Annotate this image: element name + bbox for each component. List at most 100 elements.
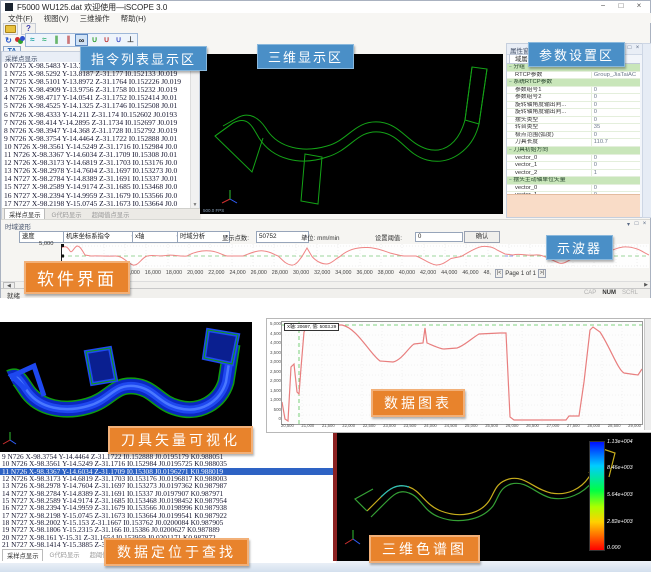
property-value[interactable]: Group_JiaTaiAC	[592, 72, 640, 79]
gcode-row[interactable]: 15 N727 X-98.2589 Y-14.9174 Z-31.1685 I0…	[2, 183, 191, 191]
gcode-row[interactable]: 7 N726 X-98.414 Y-14.2895 Z-31.1734 I0.1…	[2, 119, 191, 127]
refresh-icon[interactable]: ↻	[3, 35, 14, 45]
property-row[interactable]: vector_0 0	[507, 185, 640, 193]
table-row[interactable]: 15 N727 X-98.2589 Y-14.9174 Z-31.1685 I0…	[0, 497, 336, 504]
dock-menu-icon[interactable]: ▾	[625, 221, 632, 228]
table-row[interactable]: 17 N727 X-98.2198 Y-15.0745 Z-31.1673 I0…	[0, 512, 336, 519]
menu-item[interactable]: 三维操作	[80, 13, 110, 24]
menu-item[interactable]: 视图(V)	[44, 13, 69, 24]
gcode-row[interactable]: 3 N726 X-98.4909 Y-13.9756 Z-31.1758 I0.…	[2, 86, 191, 94]
menu-item[interactable]: 帮助(H)	[121, 13, 146, 24]
property-value[interactable]: 0	[592, 102, 640, 109]
property-value[interactable]	[585, 177, 640, 184]
gcode-row[interactable]: 16 N727 X-98.2394 Y-14.9959 Z-31.1679 I0…	[2, 192, 191, 200]
gcode-row[interactable]: 9 N726 X-98.3754 Y-14.4464 Z-31.1722 I0.…	[2, 135, 191, 143]
property-row[interactable]: 摆头类型 0	[507, 117, 640, 125]
threshold-input[interactable]: 0	[415, 232, 463, 242]
gcode-row[interactable]: 17 N727 X-98.2198 Y-15.0745 Z-31.1673 I0…	[2, 200, 191, 208]
vector-u-red-icon[interactable]: ∪	[101, 34, 112, 44]
property-row[interactable]: 参数组号2 0	[507, 94, 640, 102]
palette-icon[interactable]	[15, 36, 24, 44]
vector-u-green-icon[interactable]: ∪	[89, 34, 100, 44]
property-row[interactable]: 摆头主动轴单位矢量	[507, 177, 640, 185]
waveform-pager: |< Page 1 of 1 >|	[495, 269, 546, 278]
property-value[interactable]	[585, 79, 640, 86]
property-value[interactable]	[585, 147, 640, 154]
gcode-scrollbar[interactable]: ▲ ▼	[190, 62, 199, 208]
gcode-row[interactable]: 14 N727 X-98.2784 Y-14.8389 Z-31.1691 I0…	[2, 175, 191, 183]
gcode-row[interactable]: 1 N725 X-98.5292 Y-13.8187 Z-31.177 I0.1…	[2, 70, 191, 78]
close-icon[interactable]: ×	[632, 1, 646, 10]
property-value[interactable]: 0	[592, 155, 640, 162]
property-row[interactable]: vector_1 0	[507, 162, 640, 170]
table-row[interactable]: 13 N726 X-98.2978 Y-14.7604 Z-31.1697 I0…	[0, 482, 336, 489]
gcode-row[interactable]: 13 N726 X-98.2978 Y-14.7604 Z-31.1697 I0…	[2, 167, 191, 175]
property-row[interactable]: 系统RTCP参数	[507, 79, 640, 87]
gcode-row[interactable]: 10 N726 X-98.3561 Y-14.5249 Z-31.1716 I0…	[2, 143, 191, 151]
wave-teal-icon[interactable]: ≈	[27, 34, 38, 44]
table-row[interactable]: 12 N726 X-98.3173 Y-14.6819 Z-31.1703 I0…	[0, 475, 336, 482]
gcode-row[interactable]: 6 N726 X-98.4333 Y-14.211 Z-31.174 I0.15…	[2, 111, 191, 119]
property-value[interactable]: 0	[592, 109, 640, 116]
gcode-row[interactable]: 8 N726 X-98.3947 Y-14.368 Z-31.1728 I0.1…	[2, 127, 191, 135]
property-row[interactable]: 旋转轴角度输出判... 0	[507, 102, 640, 110]
gcode-row[interactable]: 11 N726 X-98.3367 Y-14.6034 Z-31.1709 I0…	[2, 151, 191, 159]
panel-tab[interactable]: G代码显示	[45, 549, 83, 561]
perpendicular-icon[interactable]: ⊥	[125, 34, 136, 44]
vector-u-blue-icon[interactable]: ∪	[113, 34, 124, 44]
main-3d-view[interactable]: 500.0 FPS	[200, 54, 503, 214]
gcode-row[interactable]: 12 N726 X-98.3173 Y-14.6819 Z-31.1703 I0…	[2, 159, 191, 167]
infinity-icon[interactable]: ∞	[75, 34, 88, 46]
screenshot-root: F5000 WU125.dat 欢迎使用—iSCOPE 3.0 − □ × 文件…	[0, 0, 651, 572]
dock-close-icon[interactable]: ×	[634, 45, 641, 51]
collapsed-panel-strip[interactable]	[642, 43, 651, 218]
property-value[interactable]: 110.7	[592, 139, 640, 146]
pager-last-button[interactable]: >|	[538, 269, 546, 278]
dock-pin-icon[interactable]: □	[626, 45, 633, 51]
property-row[interactable]: vector_2 1	[507, 170, 640, 178]
property-row[interactable]: vector_0 0	[507, 155, 640, 163]
property-row[interactable]: 极点范围(弧度) 0	[507, 132, 640, 140]
property-row[interactable]: 参数组号1 0	[507, 87, 640, 95]
property-row[interactable]: 转台类型 35	[507, 124, 640, 132]
gcode-row[interactable]: 4 N726 X-98.4717 Y-14.0541 Z-31.1752 I0.…	[2, 94, 191, 102]
table-row[interactable]: 10 N726 X-98.3561 Y-14.5249 Z-31.1716 I0…	[0, 460, 336, 467]
property-value[interactable]: 35	[592, 124, 640, 131]
property-value[interactable]: 0	[592, 162, 640, 169]
property-value[interactable]: 1	[592, 170, 640, 177]
property-row[interactable]: RTCP参数 Group_JiaTaiAC	[507, 72, 640, 80]
property-value[interactable]: 0	[592, 94, 640, 101]
pager-first-button[interactable]: |<	[495, 269, 503, 278]
panel-tab[interactable]: 采样点显示	[2, 549, 43, 561]
chart-scrollbar[interactable]	[644, 319, 651, 430]
dock-pin-icon[interactable]: □	[633, 221, 640, 227]
maximize-icon[interactable]: □	[614, 1, 628, 10]
gcode-row[interactable]: 2 N725 X-98.5101 Y-13.8972 Z-31.1764 I0.…	[2, 78, 191, 86]
table-row[interactable]: 18 N727 X-98.2002 Y-15.153 Z-31.1667 I0.…	[0, 519, 336, 526]
property-value[interactable]: 0	[592, 87, 640, 94]
dock-close-icon[interactable]: ×	[641, 221, 648, 227]
axis-select[interactable]: x轴	[132, 231, 181, 243]
hatch-red-icon[interactable]: ∥	[63, 34, 74, 44]
property-value[interactable]: 0	[592, 117, 640, 124]
property-value[interactable]: 0	[592, 185, 640, 192]
property-label: 旋转轴角度输出判...	[507, 102, 592, 109]
open-file-button[interactable]	[3, 23, 18, 35]
hatch-green-icon[interactable]: ∥	[51, 34, 62, 44]
confirm-button[interactable]: 确认	[464, 231, 500, 243]
property-row[interactable]: 刀具初始方向	[507, 147, 640, 155]
table-row[interactable]: 16 N727 X-98.2394 Y-14.9959 Z-31.1679 I0…	[0, 504, 336, 511]
table-row[interactable]: 9 N726 X-98.3754 Y-14.4464 Z-31.1722 I0.…	[0, 453, 336, 460]
gcode-row[interactable]: 5 N726 X-98.4525 Y-14.1325 Z-31.1746 I0.…	[2, 102, 191, 110]
minimize-icon[interactable]: −	[596, 1, 610, 10]
table-row[interactable]: 11 N726 X-98.3367 Y-14.6034 Z-31.1709 I0…	[0, 468, 336, 475]
wave-green-icon[interactable]: ≈	[39, 34, 50, 44]
property-row[interactable]: 刀具长度 110.7	[507, 139, 640, 147]
property-row[interactable]: 旋转轴角度输出判... 0	[507, 109, 640, 117]
table-row[interactable]: 14 N727 X-98.2784 Y-14.8389 Z-31.1691 I0…	[0, 490, 336, 497]
property-value[interactable]: 0	[592, 132, 640, 139]
coordinate-select[interactable]: 机床坐标系指令	[63, 231, 136, 243]
table-row[interactable]: 19 N727 X-98.1806 Y-15.2315 Z-31.166 I0.…	[0, 526, 336, 533]
property-grid[interactable]: 分组 RTCP参数 Group_JiaTaiAC 系统RTCP参数	[507, 63, 640, 195]
gcode-list[interactable]: 0 N725 X-98.5483 Y-13.7403 Z-31.1776 I0.…	[2, 62, 191, 208]
